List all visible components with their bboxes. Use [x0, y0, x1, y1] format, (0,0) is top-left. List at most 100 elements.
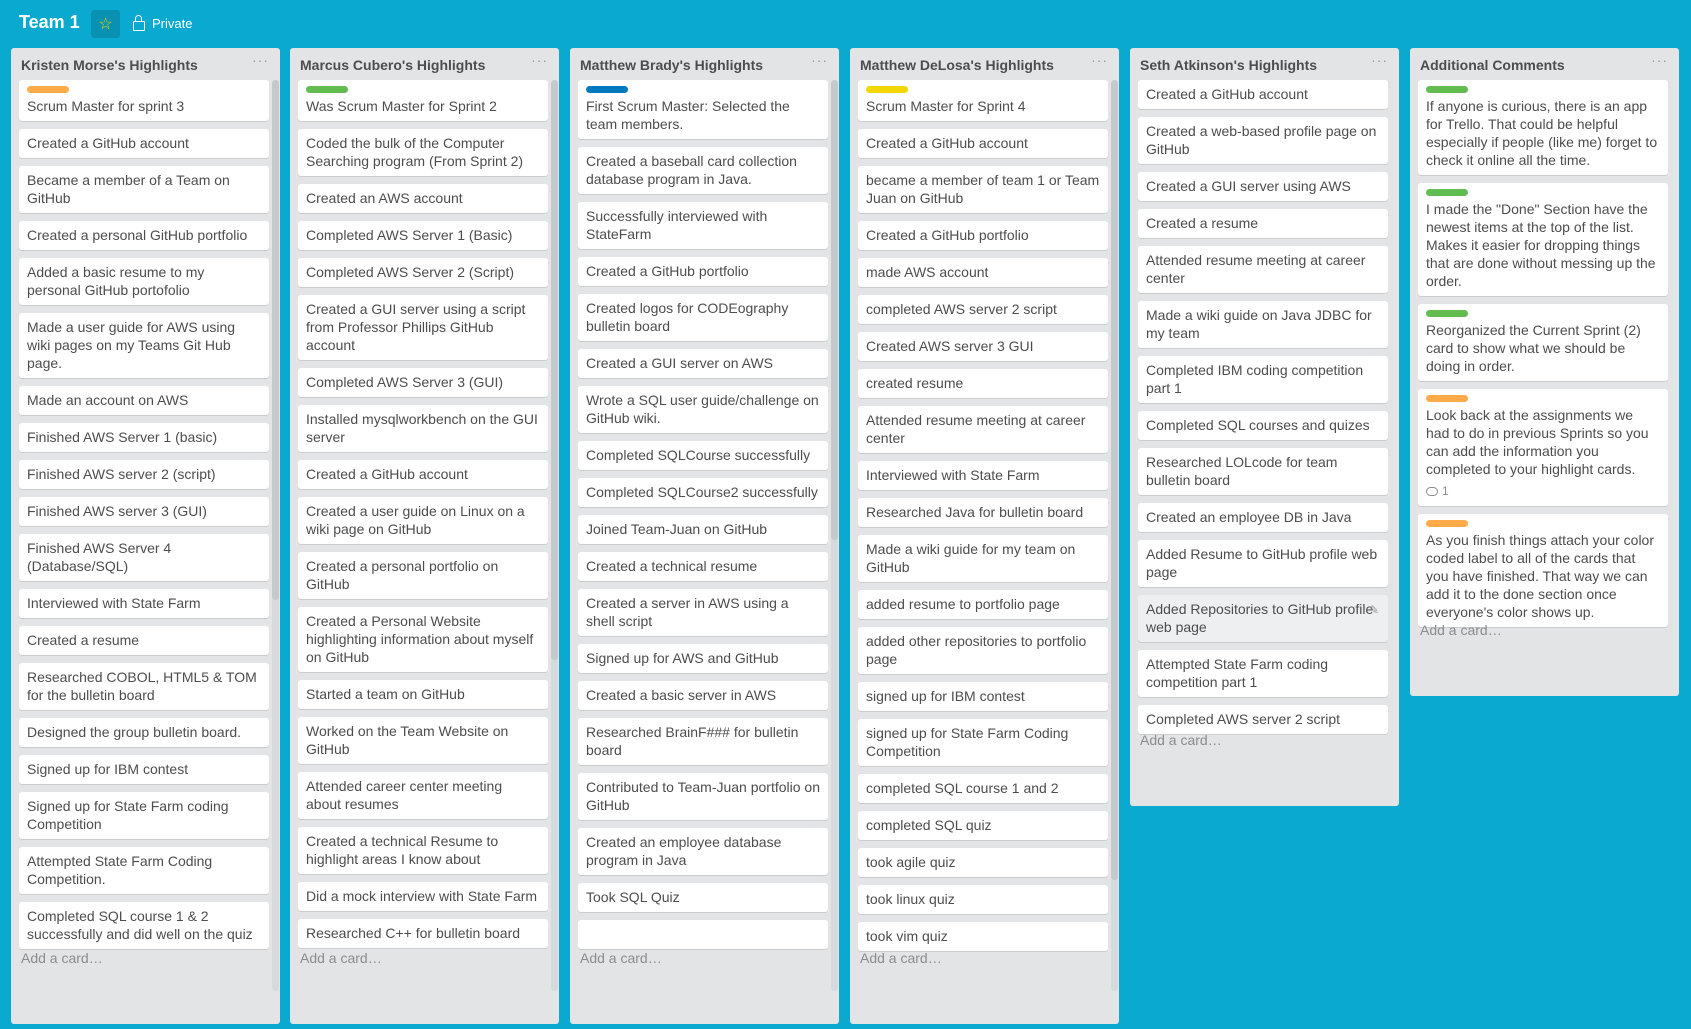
list-scrollbar-thumb[interactable]: [831, 80, 838, 540]
card[interactable]: Added Repositories to GitHub profile web…: [1138, 595, 1388, 642]
card[interactable]: Created a Personal Website highlighting …: [298, 607, 548, 672]
card[interactable]: Scrum Master for sprint 3: [19, 80, 269, 121]
add-card-link[interactable]: Add a card…: [1140, 732, 1222, 748]
list-title[interactable]: Additional Comments: [1420, 57, 1565, 73]
list-menu-icon[interactable]: ···: [1651, 52, 1668, 68]
card[interactable]: Made a wiki guide for my team on GitHub: [858, 535, 1108, 582]
card[interactable]: completed SQL quiz: [858, 811, 1108, 840]
card[interactable]: added resume to portfolio page: [858, 590, 1108, 619]
card[interactable]: signed up for State Farm Coding Competit…: [858, 719, 1108, 766]
card[interactable]: Created a baseball card collection datab…: [578, 147, 828, 194]
card[interactable]: Attempted State Farm coding competition …: [1138, 650, 1388, 697]
card[interactable]: Was Scrum Master for Sprint 2: [298, 80, 548, 121]
card[interactable]: Signed up for AWS and GitHub: [578, 644, 828, 673]
card[interactable]: Created a resume: [1138, 209, 1388, 238]
card[interactable]: Created a technical resume: [578, 552, 828, 581]
list-menu-icon[interactable]: ···: [1371, 52, 1388, 68]
card[interactable]: Created a GitHub account: [1138, 80, 1388, 109]
card[interactable]: If anyone is curious, there is an app fo…: [1418, 80, 1668, 175]
card[interactable]: Interviewed with State Farm: [858, 461, 1108, 490]
card[interactable]: I made the "Done" Section have the newes…: [1418, 183, 1668, 296]
card[interactable]: Created a GUI server using a script from…: [298, 295, 548, 360]
card[interactable]: Finished AWS server 2 (script): [19, 460, 269, 489]
card[interactable]: Created a technical Resume to highlight …: [298, 827, 548, 874]
card[interactable]: Added Resume to GitHub profile web page: [1138, 540, 1388, 587]
card[interactable]: Contributed to Team-Juan portfolio on Gi…: [578, 773, 828, 820]
board-title[interactable]: Team 1: [19, 12, 80, 33]
list-title[interactable]: Kristen Morse's Highlights: [21, 57, 198, 73]
card[interactable]: took linux quiz: [858, 885, 1108, 914]
card[interactable]: Made an account on AWS: [19, 386, 269, 415]
list-menu-icon[interactable]: ···: [1091, 52, 1108, 68]
card[interactable]: Installed mysqlworkbench on the GUI serv…: [298, 405, 548, 452]
card[interactable]: Created a GitHub account: [858, 129, 1108, 158]
card[interactable]: Created a GitHub account: [298, 460, 548, 489]
card[interactable]: Researched LOLcode for team bulletin boa…: [1138, 448, 1388, 495]
card[interactable]: Created an AWS account: [298, 184, 548, 213]
card[interactable]: Created a resume: [19, 626, 269, 655]
card[interactable]: Researched Java for bulletin board: [858, 498, 1108, 527]
card[interactable]: Became a member of a Team on GitHub: [19, 166, 269, 213]
card[interactable]: made AWS account: [858, 258, 1108, 287]
card[interactable]: Added a basic resume to my personal GitH…: [19, 258, 269, 305]
card[interactable]: Created a web-based profile page on GitH…: [1138, 117, 1388, 164]
card[interactable]: Created a GitHub portfolio: [578, 257, 828, 286]
add-card-link[interactable]: Add a card…: [860, 950, 942, 966]
card[interactable]: Created an employee database program in …: [578, 828, 828, 875]
card[interactable]: Did a mock interview with State Farm: [298, 882, 548, 911]
list-scrollbar-thumb[interactable]: [551, 80, 558, 660]
card[interactable]: Scrum Master for Sprint 4: [858, 80, 1108, 121]
card[interactable]: Designed the group bulletin board.: [19, 718, 269, 747]
card[interactable]: Successfully interviewed with StateFarm: [578, 202, 828, 249]
card[interactable]: Created a user guide on Linux on a wiki …: [298, 497, 548, 544]
add-card-link[interactable]: Add a card…: [21, 950, 103, 966]
card[interactable]: Created a GUI server using AWS: [1138, 172, 1388, 201]
list-title[interactable]: Marcus Cubero's Highlights: [300, 57, 485, 73]
card[interactable]: Made a user guide for AWS using wiki pag…: [19, 313, 269, 378]
list-menu-icon[interactable]: ···: [531, 52, 548, 68]
card[interactable]: Completed SQL course 1 & 2 successfully …: [19, 902, 269, 949]
card[interactable]: Created AWS server 3 GUI: [858, 332, 1108, 361]
card[interactable]: Created logos for CODEography bulletin b…: [578, 294, 828, 341]
list-title[interactable]: Matthew Brady's Highlights: [580, 57, 763, 73]
card[interactable]: [578, 920, 828, 949]
card[interactable]: As you finish things attach your color c…: [1418, 514, 1668, 627]
card[interactable]: Completed AWS server 2 script: [1138, 705, 1388, 734]
card[interactable]: Finished AWS Server 1 (basic): [19, 423, 269, 452]
card[interactable]: Attended resume meeting at career center: [1138, 246, 1388, 293]
list-scrollbar-thumb[interactable]: [272, 80, 279, 600]
add-card-link[interactable]: Add a card…: [580, 950, 662, 966]
add-card-link[interactable]: Add a card…: [300, 950, 382, 966]
card[interactable]: Created a personal portfolio on GitHub: [298, 552, 548, 599]
list-menu-icon[interactable]: ···: [252, 52, 269, 68]
card[interactable]: Took SQL Quiz: [578, 883, 828, 912]
list-menu-icon[interactable]: ···: [811, 52, 828, 68]
card[interactable]: Attended career center meeting about res…: [298, 772, 548, 819]
card[interactable]: Interviewed with State Farm: [19, 589, 269, 618]
card[interactable]: added other repositories to portfolio pa…: [858, 627, 1108, 674]
card[interactable]: Made a wiki guide on Java JDBC for my te…: [1138, 301, 1388, 348]
list-title[interactable]: Matthew DeLosa's Highlights: [860, 57, 1054, 73]
card[interactable]: Signed up for IBM contest: [19, 755, 269, 784]
card[interactable]: Coded the bulk of the Computer Searching…: [298, 129, 548, 176]
star-icon[interactable]: ☆: [91, 10, 120, 38]
card[interactable]: took agile quiz: [858, 848, 1108, 877]
card[interactable]: Started a team on GitHub: [298, 680, 548, 709]
card[interactable]: Created a basic server in AWS: [578, 681, 828, 710]
card[interactable]: created resume: [858, 369, 1108, 398]
card[interactable]: Finished AWS Server 4 (Database/SQL): [19, 534, 269, 581]
visibility-button[interactable]: Private: [133, 14, 192, 31]
card[interactable]: Completed SQLCourse2 successfully: [578, 478, 828, 507]
card[interactable]: Completed AWS Server 2 (Script): [298, 258, 548, 287]
list-scrollbar-thumb[interactable]: [1111, 80, 1118, 880]
card[interactable]: Finished AWS server 3 (GUI): [19, 497, 269, 526]
list-title[interactable]: Seth Atkinson's Highlights: [1140, 57, 1317, 73]
card[interactable]: Completed AWS Server 3 (GUI): [298, 368, 548, 397]
card[interactable]: Reorganized the Current Sprint (2) card …: [1418, 304, 1668, 381]
card[interactable]: Created an employee DB in Java: [1138, 503, 1388, 532]
card[interactable]: became a member of team 1 or Team Juan o…: [858, 166, 1108, 213]
card[interactable]: Wrote a SQL user guide/challenge on GitH…: [578, 386, 828, 433]
card[interactable]: Created a server in AWS using a shell sc…: [578, 589, 828, 636]
card[interactable]: Signed up for State Farm coding Competit…: [19, 792, 269, 839]
card[interactable]: completed AWS server 2 script: [858, 295, 1108, 324]
